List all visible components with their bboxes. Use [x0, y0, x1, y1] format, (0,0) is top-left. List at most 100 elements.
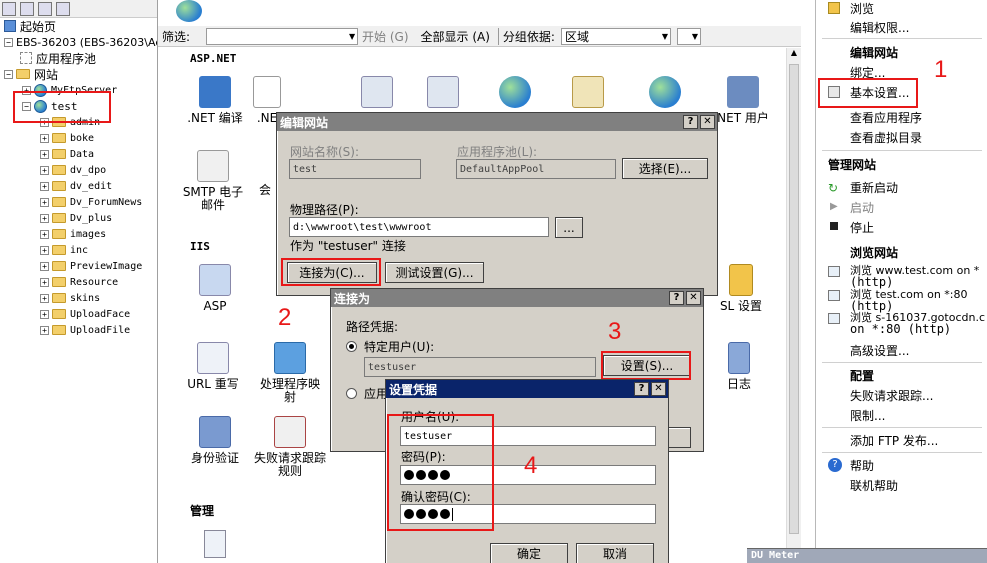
- feature-net-users[interactable]: NET 用户: [708, 76, 778, 125]
- physical-path-input[interactable]: d:\wwwroot\test\wwwroot: [289, 217, 549, 237]
- tree-folder[interactable]: + Dv_ForumNews: [40, 194, 142, 210]
- annotation-box-basic-settings: [818, 78, 918, 108]
- connect-icon[interactable]: [2, 1, 16, 16]
- test-settings-button[interactable]: 测试设置(G)...: [385, 262, 484, 283]
- group-by-select[interactable]: 区域 ▼: [560, 27, 671, 45]
- action-limits[interactable]: 限制...: [850, 407, 885, 424]
- select-app-pool-button[interactable]: 选择(E)...: [622, 158, 708, 179]
- tree-folder[interactable]: + UploadFile: [40, 322, 130, 338]
- browse-path-button[interactable]: ...: [555, 217, 583, 238]
- feature-net-trust[interactable]: [480, 76, 550, 112]
- action-view-applications[interactable]: 查看应用程序: [850, 109, 922, 126]
- scroll-up-icon[interactable]: ▲: [787, 48, 801, 62]
- expand-icon[interactable]: +: [40, 149, 49, 159]
- feature-asp[interactable]: ASP: [180, 264, 250, 313]
- expand-icon[interactable]: +: [40, 165, 49, 175]
- specific-user-radio[interactable]: [346, 341, 357, 352]
- tree-folder[interactable]: + Dv_plus: [40, 210, 112, 226]
- tree-folder[interactable]: + Resource: [40, 274, 118, 290]
- save-icon[interactable]: [20, 1, 34, 16]
- action-online-help[interactable]: 联机帮助: [850, 477, 898, 494]
- close-button[interactable]: ✕: [651, 382, 666, 396]
- handler-arrows-icon: [274, 342, 306, 374]
- section-aspnet: ASP.NET: [190, 52, 237, 65]
- close-button[interactable]: ✕: [700, 115, 715, 129]
- feature-logging[interactable]: 日志: [704, 342, 774, 391]
- features-scrollbar[interactable]: ▲: [786, 48, 801, 563]
- tree-sites[interactable]: − 网站: [4, 66, 58, 82]
- tree-folder[interactable]: + dv_dpo: [40, 162, 106, 178]
- show-all-button[interactable]: 全部显示 (A): [421, 28, 490, 45]
- tree-app-pools[interactable]: 应用程序池: [20, 50, 96, 66]
- disconnect-icon[interactable]: [56, 1, 70, 16]
- collapse-icon[interactable]: −: [4, 69, 13, 79]
- collapse-icon[interactable]: −: [4, 37, 13, 47]
- action-add-ftp[interactable]: 添加 FTP 发布...: [850, 432, 938, 449]
- action-stop[interactable]: 停止: [850, 219, 874, 236]
- expand-icon[interactable]: +: [40, 261, 49, 271]
- site-name-field[interactable]: test: [289, 159, 421, 179]
- action-edit-permissions[interactable]: 编辑权限...: [850, 19, 909, 36]
- action-restart[interactable]: 重新启动: [850, 179, 898, 196]
- tree-folder[interactable]: + dv_edit: [40, 178, 112, 194]
- specific-user-field[interactable]: testuser: [364, 357, 596, 377]
- up-icon[interactable]: [38, 1, 52, 16]
- cancel-button[interactable]: 取消: [576, 543, 654, 563]
- filter-input[interactable]: ▼: [206, 27, 359, 45]
- feature-url-rewrite[interactable]: URL 重写: [178, 342, 248, 391]
- feature-net-profile[interactable]: [408, 76, 478, 112]
- tree-folder[interactable]: + PreviewImage: [40, 258, 142, 274]
- expand-icon[interactable]: +: [40, 213, 49, 223]
- expand-icon[interactable]: +: [40, 277, 49, 287]
- tree-folder[interactable]: + boke: [40, 130, 94, 146]
- action-browse[interactable]: 浏览: [850, 0, 874, 17]
- annotation-box-set: [601, 351, 691, 380]
- action-advanced-settings[interactable]: 高级设置...: [850, 342, 909, 359]
- scroll-thumb[interactable]: [789, 64, 799, 534]
- action-view-virtual-dirs[interactable]: 查看虚拟目录: [850, 129, 922, 146]
- help-button[interactable]: ?: [634, 382, 649, 396]
- feature-authentication[interactable]: 身份验证: [180, 416, 250, 465]
- feature-failed-request-rules[interactable]: 失败请求跟踪规则: [254, 416, 326, 478]
- feature-handler-mappings[interactable]: 处理程序映射: [256, 342, 324, 404]
- tree-folder[interactable]: + inc: [40, 242, 88, 258]
- tree-folder[interactable]: + skins: [40, 290, 100, 306]
- du-meter-window[interactable]: DU Meter: [747, 548, 987, 563]
- action-help[interactable]: 帮助: [850, 457, 874, 474]
- browse-icon: [828, 2, 840, 14]
- dialog-title-bar: 设置凭据 ? ✕: [386, 380, 668, 398]
- restart-icon: ↻: [828, 181, 839, 195]
- tree-server[interactable]: − EBS-36203 (EBS-36203\Ad: [4, 34, 157, 50]
- tree-folder[interactable]: + Data: [40, 146, 94, 162]
- feature-session[interactable]: 会: [258, 184, 272, 197]
- feature-net-globalization[interactable]: [342, 76, 412, 112]
- expand-icon[interactable]: +: [40, 293, 49, 303]
- configuration-editor-icon[interactable]: [204, 530, 226, 558]
- app-user-radio[interactable]: [346, 388, 357, 399]
- ok-button[interactable]: 确定: [490, 543, 568, 563]
- app-pool-field[interactable]: DefaultAppPool: [456, 159, 616, 179]
- action-start[interactable]: 启动: [850, 199, 874, 216]
- tree-folder[interactable]: + UploadFace: [40, 306, 130, 322]
- help-button[interactable]: ?: [669, 291, 684, 305]
- tree-folder[interactable]: + images: [40, 226, 106, 242]
- expand-icon[interactable]: +: [40, 229, 49, 239]
- view-select[interactable]: ▼: [676, 27, 701, 45]
- expand-icon[interactable]: +: [40, 133, 49, 143]
- mail-icon: [197, 150, 229, 182]
- expand-icon[interactable]: +: [40, 245, 49, 255]
- help-button[interactable]: ?: [683, 115, 698, 129]
- start-filter-button[interactable]: 开始 (G): [362, 28, 408, 45]
- feature-smtp[interactable]: SMTP 电子邮件: [178, 150, 248, 212]
- expand-icon[interactable]: +: [40, 197, 49, 207]
- feature-net-lock[interactable]: [553, 76, 623, 112]
- folder-icon: [52, 181, 66, 191]
- feature-net-compile[interactable]: .NET 编译: [180, 76, 250, 125]
- action-failed-request-tracing[interactable]: 失败请求跟踪...: [850, 387, 933, 404]
- expand-icon[interactable]: +: [40, 309, 49, 319]
- feature-net-trust-level[interactable]: [630, 76, 700, 112]
- tree-start-page[interactable]: 起始页: [4, 18, 56, 34]
- close-button[interactable]: ✕: [686, 291, 701, 305]
- expand-icon[interactable]: +: [40, 181, 49, 191]
- expand-icon[interactable]: +: [40, 325, 49, 335]
